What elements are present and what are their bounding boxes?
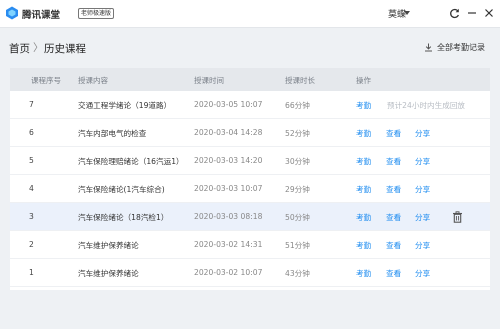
course-time: 2020-03-02 10:07 [194,268,263,277]
view-link[interactable]: 查看 [386,128,401,139]
share-link[interactable]: 分享 [415,156,430,167]
download-icon [425,43,432,52]
trash-icon[interactable] [452,211,463,223]
course-title: 汽车维护保养绪论 [78,241,139,250]
course-duration: 30分钟 [285,157,310,166]
chevron-down-icon[interactable] [404,11,410,15]
share-link[interactable]: 分享 [415,212,430,223]
course-title: 汽车保险绪论（18汽检1） [78,213,169,222]
course-no: 4 [29,184,34,193]
breadcrumb-home[interactable]: 首页 [9,41,30,56]
view-link[interactable]: 查看 [386,184,401,195]
table-row: 3 汽车保险绪论（18汽检1） 2020-03-03 08:18 50分钟 考勤… [10,203,490,231]
course-title: 汽车保险绪论(1汽车综合) [78,185,165,194]
course-time: 2020-03-02 14:31 [194,240,263,249]
course-title: 交通工程学绪论（19道路） [78,101,172,110]
course-duration: 51分钟 [285,241,310,250]
all-records-label: 全部考勤记录 [437,43,485,52]
table-row: 6 汽车内部电气的检查 2020-03-04 14:28 52分钟 考勤 查看 … [10,119,490,147]
course-time: 2020-03-04 14:28 [194,128,263,137]
header-actions: 操作 [356,76,371,85]
share-link[interactable]: 分享 [415,268,430,279]
course-no: 3 [29,212,34,221]
page-header: 首页 〉 历史课程 全部考勤记录 [0,28,500,68]
course-title: 汽车保险理赔绪论（16汽运1） [78,157,184,166]
course-history-table: 课程序号 授课内容 授课时间 授课时长 操作 7 交通工程学绪论（19道路） 2… [10,68,490,290]
all-attendance-records-link[interactable]: 全部考勤记录 [424,42,485,53]
share-link[interactable]: 分享 [415,240,430,251]
app-title: 腾讯课堂 [22,10,61,21]
course-no: 6 [29,128,34,137]
app-logo-icon [6,6,18,20]
course-duration: 50分钟 [285,213,310,222]
attendance-link[interactable]: 考勤 [356,184,371,195]
course-duration: 52分钟 [285,129,310,138]
header-duration: 授课时长 [285,76,315,85]
minimize-icon[interactable] [465,5,479,21]
breadcrumb-current: 历史课程 [44,43,86,55]
app-edition-badge: 老师极速版 [78,8,115,19]
refresh-icon[interactable] [447,5,461,21]
header-course-no: 课程序号 [31,76,61,85]
course-duration: 66分钟 [285,101,310,110]
title-bar: 腾讯课堂 老师极速版 莫蝶 [0,0,500,28]
breadcrumb-separator: 〉 [33,42,44,54]
header-time: 授课时间 [194,76,224,85]
replay-pending-note: 预计24小时内生成回放 [387,101,466,110]
attendance-link[interactable]: 考勤 [356,100,371,111]
table-row: 7 交通工程学绪论（19道路） 2020-03-05 10:07 66分钟 考勤… [10,91,490,119]
attendance-link[interactable]: 考勤 [356,212,371,223]
view-link[interactable]: 查看 [386,156,401,167]
header-content: 授课内容 [78,76,108,85]
attendance-link[interactable]: 考勤 [356,128,371,139]
course-duration: 43分钟 [285,269,310,278]
table-row: 1 汽车维护保养绪论 2020-03-02 10:07 43分钟 考勤 查看 分… [10,259,490,287]
course-no: 7 [29,100,34,109]
table-row: 5 汽车保险理赔绪论（16汽运1） 2020-03-03 14:20 30分钟 … [10,147,490,175]
view-link[interactable]: 查看 [386,268,401,279]
attendance-link[interactable]: 考勤 [356,156,371,167]
course-duration: 29分钟 [285,185,310,194]
course-no: 5 [29,156,34,165]
table-row: 2 汽车维护保养绪论 2020-03-02 14:31 51分钟 考勤 查看 分… [10,231,490,259]
course-title: 汽车内部电气的检查 [78,129,147,138]
view-link[interactable]: 查看 [386,240,401,251]
course-no: 2 [29,240,34,249]
course-title: 汽车维护保养绪论 [78,269,139,278]
course-no: 1 [29,268,34,277]
course-time: 2020-03-03 14:20 [194,156,263,165]
course-time: 2020-03-03 08:18 [194,212,263,221]
share-link[interactable]: 分享 [415,184,430,195]
attendance-link[interactable]: 考勤 [356,240,371,251]
table-row: 4 汽车保险绪论(1汽车综合) 2020-03-03 10:07 29分钟 考勤… [10,175,490,203]
course-time: 2020-03-03 10:07 [194,184,263,193]
course-time: 2020-03-05 10:07 [194,100,263,109]
view-link[interactable]: 查看 [386,212,401,223]
table-header: 课程序号 授课内容 授课时间 授课时长 操作 [10,68,490,91]
attendance-link[interactable]: 考勤 [356,268,371,279]
close-icon[interactable] [482,5,496,21]
share-link[interactable]: 分享 [415,128,430,139]
